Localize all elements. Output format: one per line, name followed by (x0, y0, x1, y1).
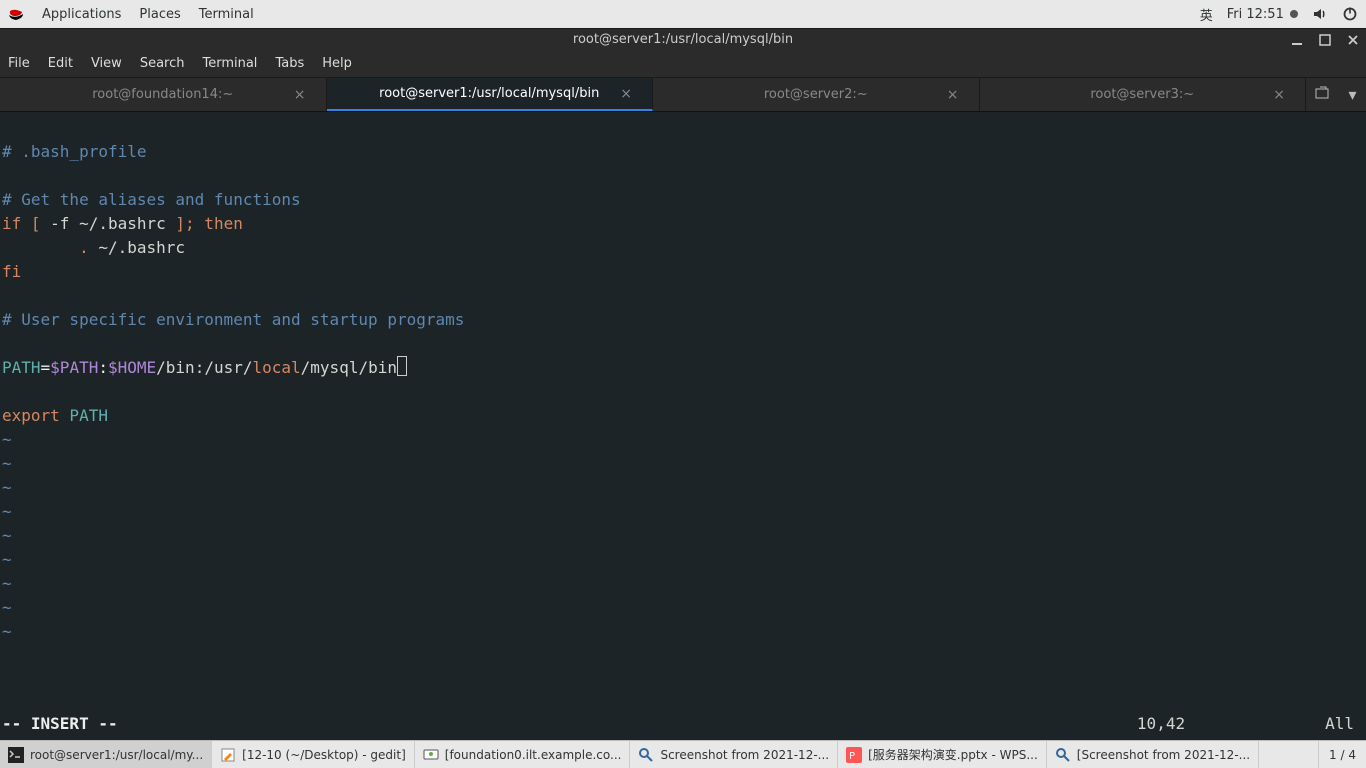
keyword-if: if (2, 214, 21, 233)
top-panel: Applications Places Terminal 英 Fri 12:51 (0, 0, 1366, 28)
tab-server2[interactable]: root@server2:~ × (653, 78, 980, 111)
vim-cursor-pos: 10,42 (1137, 712, 1185, 736)
menu-terminal-app[interactable]: Terminal (199, 7, 254, 22)
taskbar: root@server1:/usr/local/my... [12-10 (~/… (0, 740, 1366, 768)
close-icon[interactable]: × (1273, 87, 1285, 103)
taskbar-item-gedit[interactable]: [12-10 (~/Desktop) - gedit] (212, 741, 415, 768)
menu-tabs[interactable]: Tabs (275, 56, 304, 71)
new-tab-icon[interactable] (1315, 85, 1329, 104)
vim-tilde: ~ (2, 622, 12, 641)
tab-server1[interactable]: root@server1:/usr/local/mysql/bin × (327, 78, 654, 111)
volume-icon[interactable] (1312, 6, 1328, 22)
menu-terminal[interactable]: Terminal (202, 56, 257, 71)
menu-view[interactable]: View (91, 56, 122, 71)
close-icon[interactable]: × (294, 87, 306, 103)
taskbar-item-vm[interactable]: [foundation0.ilt.example.co... (415, 741, 631, 768)
image-viewer-icon (638, 747, 654, 763)
tab-label: root@foundation14:~ (92, 87, 233, 102)
menu-places[interactable]: Places (139, 7, 180, 22)
comment-line: # Get the aliases and functions (2, 190, 301, 209)
menu-bar: File Edit View Search Terminal Tabs Help (0, 50, 1366, 78)
menu-file[interactable]: File (8, 56, 30, 71)
vim-status-line: -- INSERT -- 10,42 All (2, 712, 1364, 736)
power-icon[interactable] (1342, 6, 1358, 22)
vim-tilde: ~ (2, 574, 12, 593)
svg-text:P: P (849, 751, 855, 762)
menu-search[interactable]: Search (140, 56, 185, 71)
terminal-icon (8, 747, 24, 763)
taskbar-item-terminal[interactable]: root@server1:/usr/local/my... (0, 741, 212, 768)
vim-tilde: ~ (2, 502, 12, 521)
vm-icon (423, 747, 439, 763)
tab-foundation14[interactable]: root@foundation14:~ × (0, 78, 327, 111)
tab-menu-icon[interactable]: ▾ (1348, 85, 1356, 104)
gedit-icon (220, 747, 236, 763)
vim-tilde: ~ (2, 478, 12, 497)
close-icon[interactable]: × (947, 87, 959, 103)
taskbar-item-imageviewer2[interactable]: [Screenshot from 2021-12-... (1047, 741, 1259, 768)
wps-icon: P (846, 747, 862, 763)
menu-help[interactable]: Help (322, 56, 352, 71)
tab-server3[interactable]: root@server3:~ × (980, 78, 1307, 111)
vim-tilde: ~ (2, 526, 12, 545)
minimize-button[interactable] (1290, 33, 1304, 47)
close-icon[interactable]: × (620, 86, 632, 102)
keyword-fi: fi (2, 262, 21, 281)
vim-tilde: ~ (2, 430, 12, 449)
tab-label: root@server3:~ (1090, 87, 1194, 102)
text-cursor (397, 356, 407, 376)
taskbar-item-wps[interactable]: P [服务器架构演变.pptx - WPS... (838, 741, 1047, 768)
clock[interactable]: Fri 12:51 (1227, 7, 1298, 22)
vim-mode: -- INSERT -- (2, 712, 118, 736)
vim-scroll-pos: All (1325, 712, 1354, 736)
workspace-indicator[interactable]: 1 / 4 (1318, 741, 1366, 768)
vim-tilde: ~ (2, 598, 12, 617)
tab-label: root@server1:/usr/local/mysql/bin (379, 86, 599, 101)
image-viewer-icon (1055, 747, 1071, 763)
window-title: root@server1:/usr/local/mysql/bin (573, 32, 793, 47)
vim-tilde: ~ (2, 454, 12, 473)
comment-line: # .bash_profile (2, 142, 147, 161)
window-titlebar: root@server1:/usr/local/mysql/bin (0, 28, 1366, 50)
redhat-icon (8, 6, 24, 22)
maximize-button[interactable] (1318, 33, 1332, 47)
close-button[interactable] (1346, 33, 1360, 47)
terminal-content[interactable]: # .bash_profile # Get the aliases and fu… (0, 112, 1366, 740)
menu-edit[interactable]: Edit (48, 56, 73, 71)
taskbar-item-imageviewer[interactable]: Screenshot from 2021-12-... (630, 741, 838, 768)
tab-label: root@server2:~ (764, 87, 868, 102)
vim-tilde: ~ (2, 550, 12, 569)
tab-bar: root@foundation14:~ × root@server1:/usr/… (0, 78, 1366, 112)
ime-indicator[interactable]: 英 (1200, 5, 1213, 24)
comment-line: # User specific environment and startup … (2, 310, 464, 329)
menu-applications[interactable]: Applications (42, 7, 121, 22)
